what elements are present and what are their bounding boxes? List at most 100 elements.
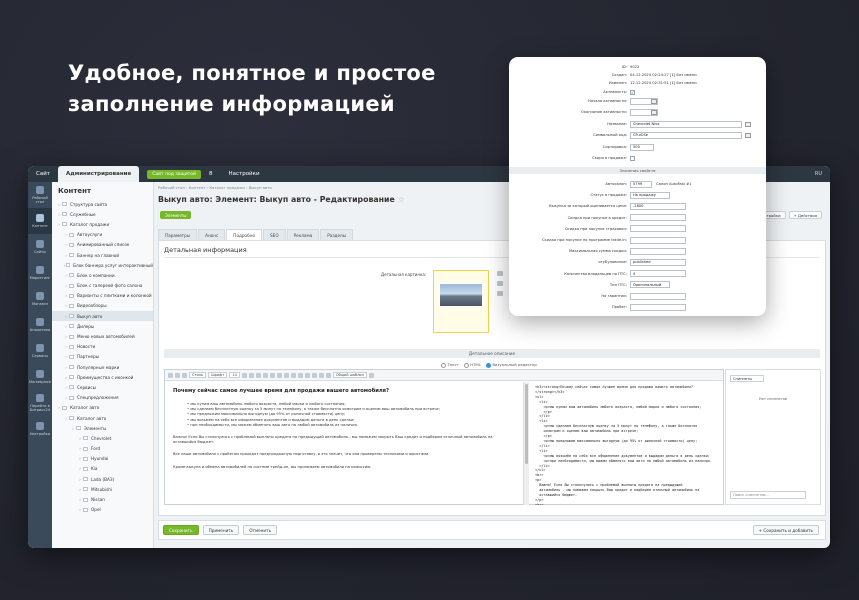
sort-input[interactable]: 500	[630, 143, 654, 151]
language-switch[interactable]: RU	[815, 171, 830, 177]
sidebar-item[interactable]: › Mitsubishi	[52, 484, 153, 494]
source-icon[interactable]	[168, 372, 173, 378]
tab-item[interactable]: Анонс	[198, 229, 226, 240]
code-icon[interactable]	[325, 372, 331, 378]
tab-administration[interactable]: Администрирование	[58, 166, 140, 182]
sidebar-item[interactable]: › Chevrolet	[52, 433, 153, 443]
sidebar-item[interactable]: › Баннер на главной	[52, 250, 153, 260]
table-icon[interactable]	[311, 372, 317, 378]
sidebar-item[interactable]: › Opel	[52, 505, 153, 515]
font-select[interactable]: Шрифт	[208, 372, 228, 378]
editor-visual-pane[interactable]: Почему сейчас самое лучшее время для про…	[165, 382, 523, 505]
sidebar-item[interactable]: › Автоуслуги	[52, 230, 153, 240]
radio-text[interactable]: Текст	[441, 362, 459, 368]
sidebar-item[interactable]: › Kia	[52, 464, 153, 474]
rail-item[interactable]: Аналитика	[28, 312, 52, 338]
align-icon[interactable]	[290, 372, 296, 378]
snippets-search-input[interactable]: Поиск сниппетов...	[730, 491, 806, 499]
star-icon[interactable]: ☆	[398, 195, 405, 204]
property-input[interactable]: 4	[630, 270, 686, 278]
property-input[interactable]	[630, 303, 686, 311]
property-input[interactable]: published	[630, 258, 686, 266]
link-icon[interactable]	[297, 372, 303, 378]
fullscreen-icon[interactable]	[368, 372, 374, 378]
undo-icon[interactable]	[175, 372, 180, 378]
sidebar-item[interactable]: › Преимущества с иконкой	[52, 372, 153, 382]
breadcrumb[interactable]: Рабочий стол › Контент › Каталог продажи…	[158, 185, 272, 190]
sidebar-item[interactable]: › Lada (ВАЗ)	[52, 474, 153, 484]
list-icon[interactable]	[276, 372, 282, 378]
detail-picture-dropzone[interactable]	[433, 270, 489, 333]
sale-checkbox[interactable]	[630, 155, 635, 161]
radio-visual[interactable]: Визуальный редактор	[486, 362, 536, 368]
redo-icon[interactable]	[182, 372, 187, 378]
calendar-icon[interactable]	[651, 109, 657, 115]
calendar-icon[interactable]	[651, 98, 657, 104]
sidebar-item[interactable]: › Сервисы	[52, 382, 153, 392]
apply-button[interactable]: Применить	[202, 525, 240, 535]
property-input[interactable]: -2800	[630, 202, 686, 210]
sidebar-item[interactable]: › Nissan	[52, 494, 153, 504]
sidebar-item[interactable]: › Варианты с плитками и колонкой	[52, 291, 153, 301]
cancel-button[interactable]: Отменить	[243, 525, 278, 535]
tab-item[interactable]: SEO	[263, 229, 286, 240]
sidebar-item[interactable]: › Новости	[52, 342, 153, 352]
rail-item[interactable]: Настройки	[28, 416, 52, 442]
sidebar-item[interactable]: › Каталог продажи	[52, 219, 153, 229]
delete-icon[interactable]	[497, 291, 503, 296]
sidebar-item[interactable]: › Служебные	[52, 209, 153, 219]
property-input[interactable]	[630, 225, 686, 233]
italic-icon[interactable]	[248, 372, 254, 378]
sidebar-item[interactable]: › Видеообзоры	[52, 301, 153, 311]
sidebar-item[interactable]: › Каталог авто	[52, 413, 153, 423]
rail-item[interactable]: Рабочий стол	[28, 182, 52, 208]
notifications-counter[interactable]: 8	[201, 166, 221, 182]
link-icon[interactable]	[745, 132, 751, 138]
active-checkbox[interactable]: ✓	[630, 89, 635, 95]
code-input[interactable]: CFuiOSe	[630, 131, 742, 139]
property-input[interactable]: 5799	[630, 180, 652, 188]
sidebar-item[interactable]: › Блок о компании	[52, 270, 153, 280]
sidebar-item[interactable]: › Hyundai	[52, 454, 153, 464]
snippets-select[interactable]: Сниппеты	[730, 375, 764, 382]
translate-icon[interactable]	[745, 121, 751, 127]
property-input[interactable]	[630, 236, 686, 244]
sidebar-item[interactable]: › Спецпредложения	[52, 393, 153, 403]
sidebar-item[interactable]: › Партнеры	[52, 352, 153, 362]
upload-icon[interactable]	[497, 281, 503, 286]
color-icon[interactable]	[269, 372, 275, 378]
style-select[interactable]: Стиль	[189, 372, 207, 378]
property-input[interactable]	[630, 247, 686, 255]
property-input[interactable]	[630, 214, 686, 222]
rail-item[interactable]: Маркетинг	[28, 260, 52, 286]
sidebar-item[interactable]: › Ford	[52, 444, 153, 454]
property-input[interactable]	[630, 292, 686, 300]
editor-code-pane[interactable]: <h3><strong>Почему сейчас самое лучшее в…	[531, 382, 721, 505]
tab-site[interactable]: Сайт	[28, 166, 58, 182]
strike-icon[interactable]	[262, 372, 268, 378]
underline-icon[interactable]	[255, 372, 261, 378]
elements-button[interactable]: Элементы	[160, 211, 192, 219]
numbered-list-icon[interactable]	[283, 372, 289, 378]
sidebar-item[interactable]: › Блок с галереей фото салона	[52, 281, 153, 291]
editor-splitter[interactable]	[523, 382, 529, 505]
sidebar-item[interactable]: › Выкуп авто	[52, 311, 153, 322]
sidebar-item[interactable]: › Популярные марки	[52, 362, 153, 372]
image-icon[interactable]	[304, 372, 310, 378]
sidebar-item[interactable]: › Блок баннера услуг интерактивный	[52, 260, 153, 270]
tab-item[interactable]: Подробно	[226, 229, 263, 240]
actions-button[interactable]: + Действия	[788, 211, 822, 219]
rail-item[interactable]: Контент	[28, 208, 52, 234]
bold-icon[interactable]	[241, 372, 247, 378]
template-select[interactable]: Общий шаблон	[332, 372, 367, 378]
settings-link[interactable]: Настройки	[220, 166, 267, 182]
tab-item[interactable]: Параметры	[158, 229, 198, 240]
quote-icon[interactable]	[318, 372, 324, 378]
rail-item[interactable]: Сервисы	[28, 338, 52, 364]
size-select[interactable]: 14	[229, 372, 240, 378]
tab-item[interactable]: Реклама	[286, 229, 320, 240]
scrollbar-thumb[interactable]	[525, 384, 528, 464]
property-select[interactable]: На продажу	[630, 191, 670, 199]
save-button[interactable]: Сохранить	[163, 525, 199, 535]
sidebar-item[interactable]: › Дилеры	[52, 321, 153, 331]
